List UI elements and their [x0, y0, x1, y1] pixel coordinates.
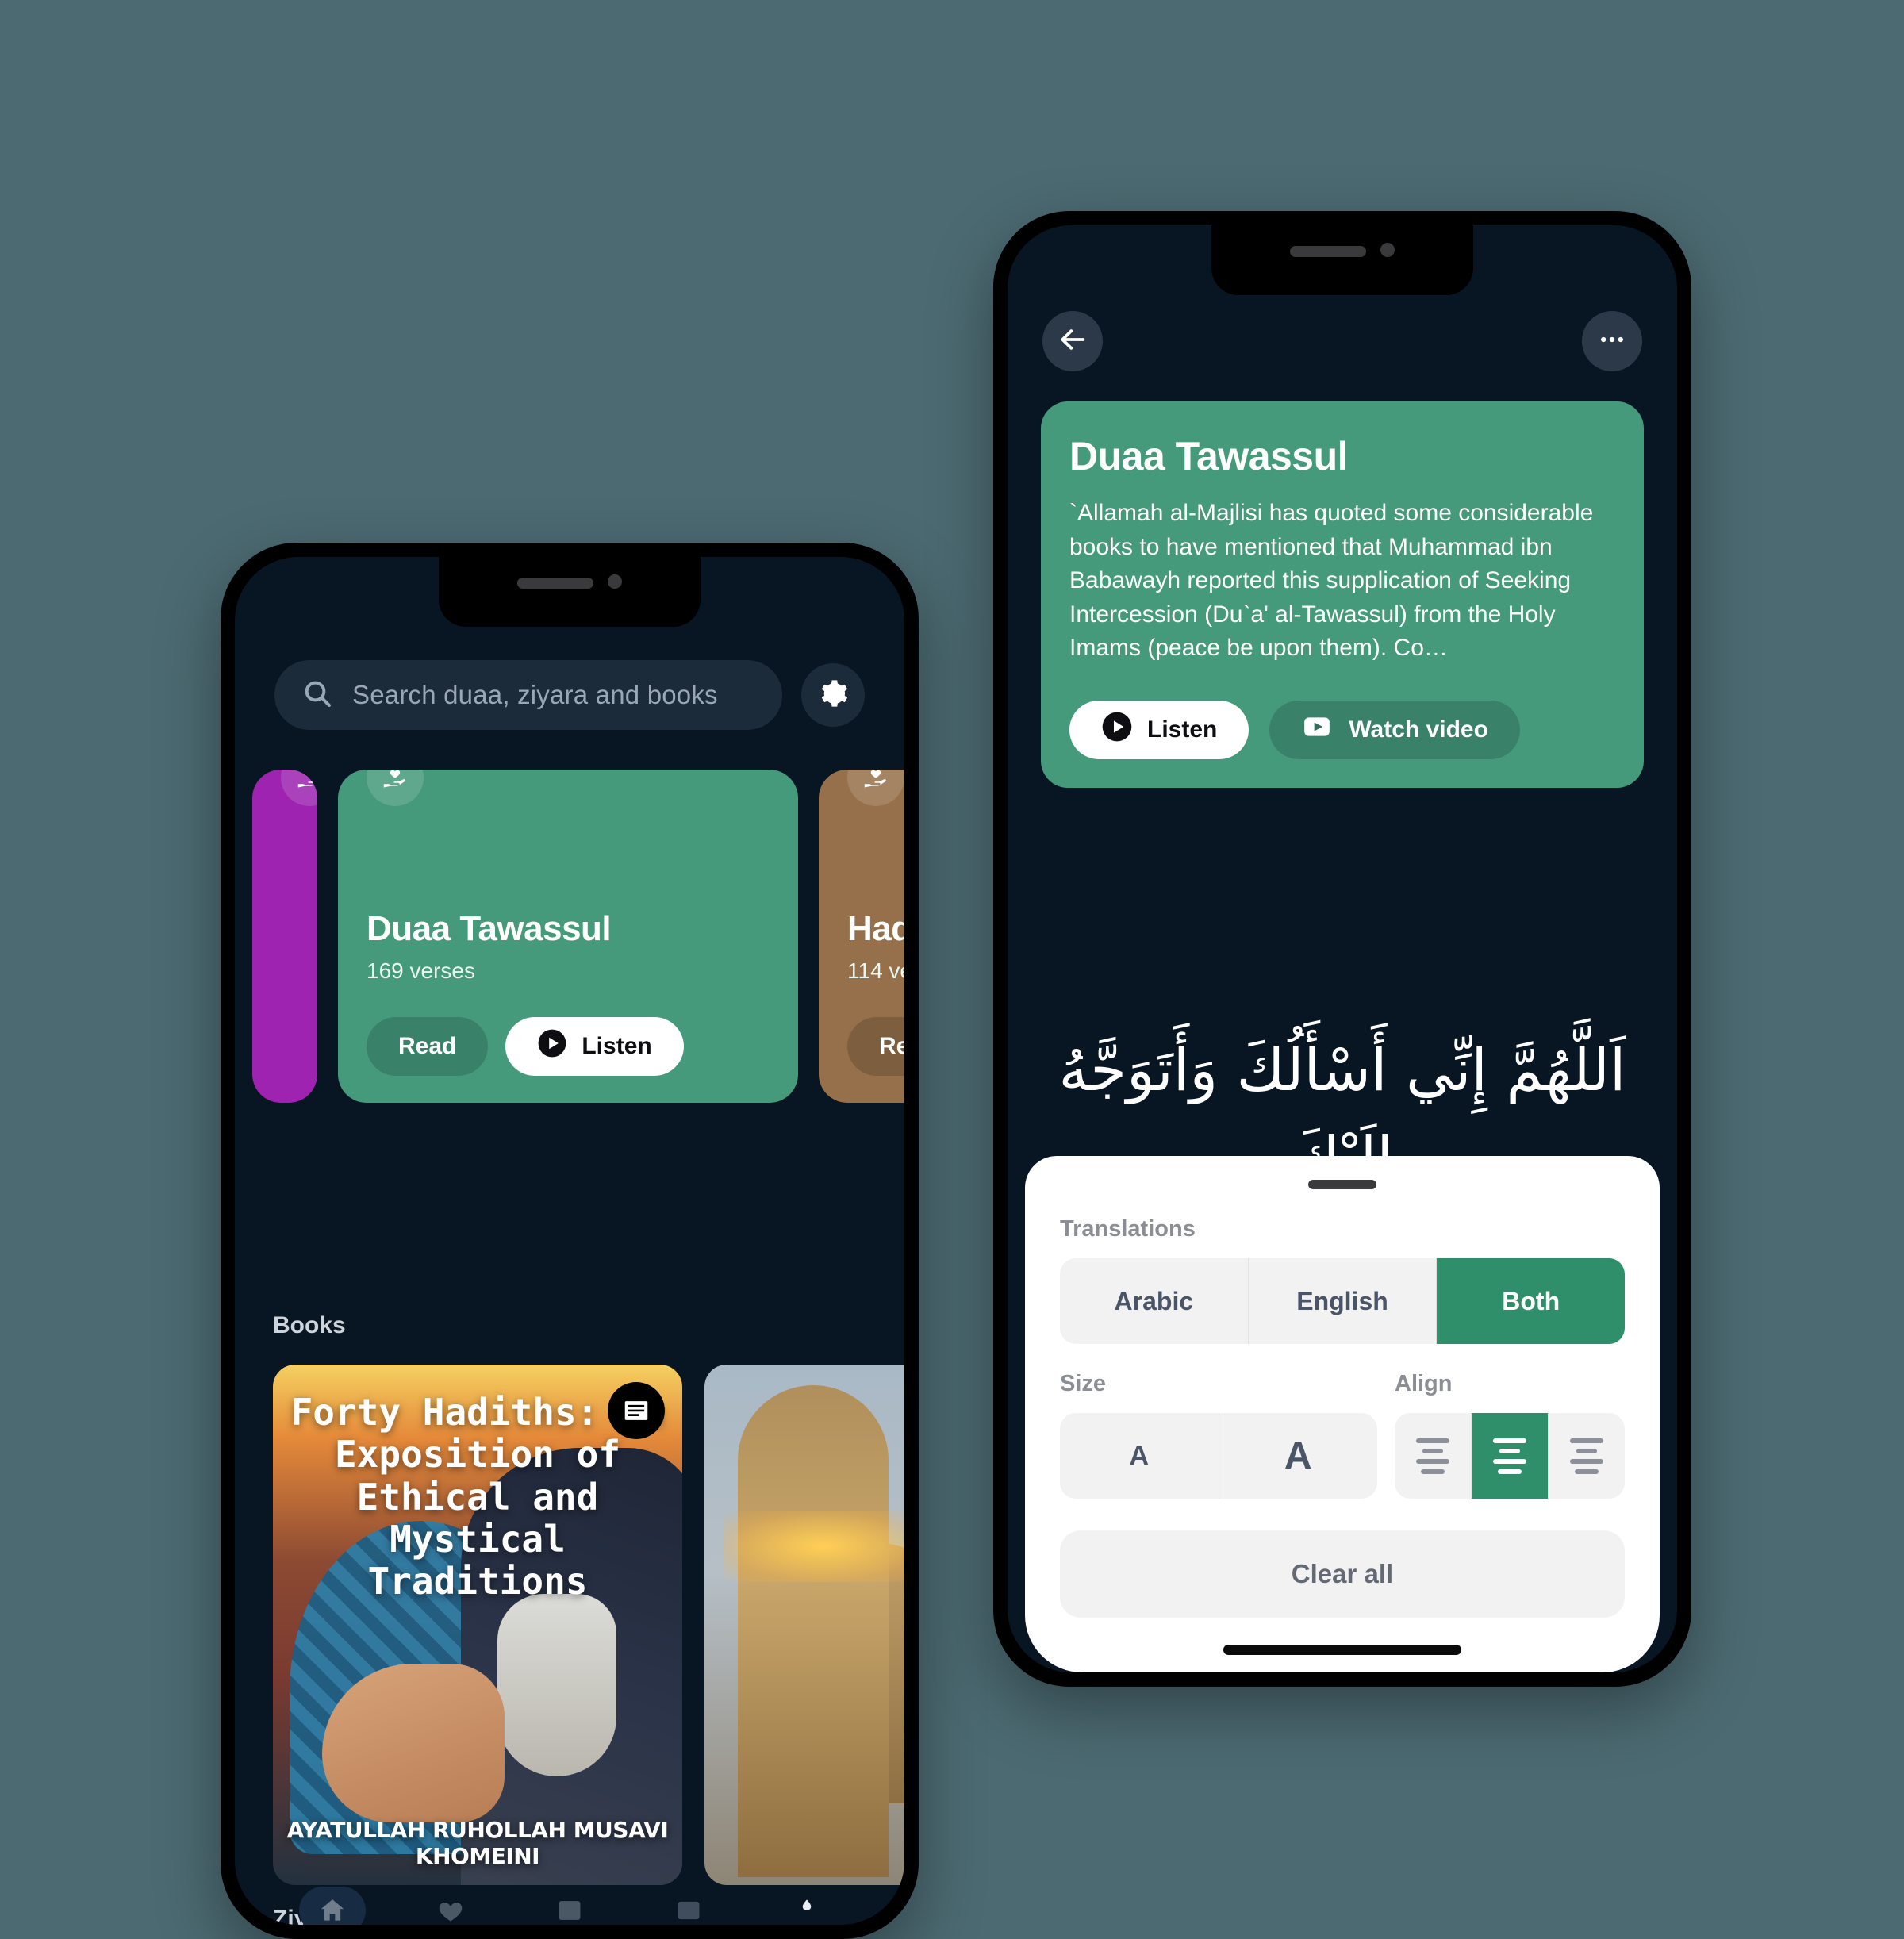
listen-label: Listen	[582, 1033, 652, 1059]
beard-decor	[497, 1593, 617, 1776]
align-label: Align	[1395, 1371, 1453, 1396]
hand-heart-icon	[367, 770, 424, 806]
gear-icon	[817, 678, 849, 713]
translation-option-both[interactable]: Both	[1437, 1258, 1625, 1344]
front-camera	[608, 574, 622, 589]
listen-label: Listen	[1147, 716, 1218, 743]
settings-bottom-sheet: Translations Arabic English Both Size A …	[1025, 1156, 1660, 1672]
sheet-grabber[interactable]	[1308, 1180, 1376, 1189]
play-circle-icon	[1101, 711, 1133, 749]
size-align-row: Size A A Align	[1060, 1371, 1625, 1499]
size-option-large[interactable]: A	[1219, 1413, 1378, 1499]
align-option-left[interactable]	[1395, 1413, 1472, 1499]
more-options-button[interactable]	[1582, 311, 1642, 371]
card-title: Hadith	[847, 909, 904, 948]
hand-heart-icon	[281, 770, 317, 806]
align-option-center[interactable]	[1472, 1413, 1549, 1499]
calendar-icon	[655, 1887, 722, 1925]
hand-heart-icon	[847, 770, 904, 806]
book-cover-image: Forty Hadiths: An Exposition of Ethical …	[273, 1365, 682, 1885]
featured-card-peek-left[interactable]	[252, 770, 317, 1103]
duaa-header-card: Duaa Tawassul `Allamah al-Majlisi has qu…	[1041, 401, 1644, 788]
card-actions: Read Listen	[367, 1017, 770, 1076]
detail-screen-viewport: Duaa Tawassul `Allamah al-Majlisi has qu…	[1008, 225, 1677, 1672]
speaker-grille	[1290, 246, 1366, 257]
search-placeholder: Search duaa, ziyara and books	[352, 680, 718, 709]
card-subtitle: 114 verses	[847, 958, 904, 983]
bottom-tab-bar[interactable]	[235, 1882, 904, 1925]
book-icon	[608, 1382, 665, 1439]
search-icon	[301, 678, 333, 713]
home-icon	[298, 1887, 366, 1925]
back-button[interactable]	[1042, 311, 1103, 371]
align-option-right[interactable]	[1549, 1413, 1625, 1499]
books-carousel[interactable]: Forty Hadiths: An Exposition of Ethical …	[273, 1365, 904, 1885]
card-actions: Read	[847, 1017, 904, 1076]
clear-all-button[interactable]: Clear all	[1060, 1530, 1625, 1618]
duaa-actions: Listen Watch video	[1069, 700, 1615, 759]
translations-label: Translations	[1060, 1216, 1196, 1242]
featured-cards-carousel[interactable]: Duaa Tawassul 169 verses Read Listen Had…	[235, 770, 904, 1103]
minaret-decor	[738, 1385, 889, 1878]
card-title: Duaa Tawassul	[367, 909, 612, 948]
tab-home[interactable]	[298, 1887, 366, 1925]
video-play-icon	[1301, 711, 1333, 749]
duaa-description: `Allamah al-Majlisi has quoted some cons…	[1069, 500, 1594, 662]
speaker-grille	[517, 578, 593, 589]
tab-calendar[interactable]	[655, 1887, 722, 1925]
home-indicator	[1223, 1645, 1461, 1655]
glow-decor	[724, 1510, 904, 1582]
size-segmented-control[interactable]: A A	[1060, 1413, 1377, 1499]
translation-option-english[interactable]: English	[1249, 1258, 1438, 1344]
phone-home-screen: Search duaa, ziyara and books Duaa Tawas…	[221, 543, 919, 1939]
featured-card-duaa-tawassul[interactable]: Duaa Tawassul 169 verses Read Listen	[338, 770, 798, 1103]
book-card-forty-hadiths[interactable]: Forty Hadiths: An Exposition of Ethical …	[273, 1365, 682, 1885]
notch	[439, 557, 701, 627]
phone-detail-screen: Duaa Tawassul `Allamah al-Majlisi has qu…	[993, 211, 1691, 1687]
watch-video-button[interactable]: Watch video	[1269, 700, 1520, 759]
home-screen-viewport: Search duaa, ziyara and books Duaa Tawas…	[235, 557, 904, 1925]
arrow-left-icon	[1057, 324, 1088, 359]
tab-favorites[interactable]	[417, 1887, 484, 1925]
listen-button[interactable]: Listen	[1069, 700, 1250, 759]
tab-mosque[interactable]	[774, 1887, 840, 1925]
notch	[1211, 225, 1473, 295]
books-section-title: Books	[273, 1312, 346, 1338]
heart-icon	[417, 1887, 484, 1925]
mosque-icon	[774, 1887, 840, 1925]
more-horizontal-icon	[1596, 324, 1628, 359]
align-right-icon	[1570, 1438, 1603, 1474]
size-label: Size	[1060, 1371, 1107, 1396]
align-segmented-control[interactable]	[1395, 1413, 1625, 1499]
align-group: Align	[1395, 1371, 1625, 1499]
duaa-title: Duaa Tawassul	[1069, 434, 1349, 478]
play-circle-icon	[537, 1028, 567, 1065]
size-group: Size A A	[1060, 1371, 1377, 1499]
front-camera	[1380, 243, 1395, 257]
featured-card-hadith[interactable]: Hadith 114 verses Read	[819, 770, 904, 1103]
translation-option-arabic[interactable]: Arabic	[1060, 1258, 1249, 1344]
watch-video-label: Watch video	[1349, 716, 1488, 743]
read-button[interactable]: Read	[847, 1017, 904, 1076]
book-author: AYATULLAH RUHOLLAH MUSAVI KHOMEINI	[286, 1817, 669, 1869]
listen-button[interactable]: Listen	[505, 1017, 684, 1076]
size-option-small[interactable]: A	[1060, 1413, 1219, 1499]
read-button[interactable]: Read	[367, 1017, 489, 1076]
book-card-second[interactable]: N	[704, 1365, 904, 1885]
translations-segmented-control[interactable]: Arabic English Both	[1060, 1258, 1625, 1344]
search-input[interactable]: Search duaa, ziyara and books	[274, 660, 782, 730]
align-left-icon	[1416, 1438, 1449, 1474]
book-cover-image: N	[704, 1365, 904, 1885]
tab-books[interactable]	[536, 1887, 603, 1925]
search-row: Search duaa, ziyara and books	[274, 660, 865, 730]
book-icon	[536, 1887, 603, 1925]
card-subtitle: 169 verses	[367, 958, 475, 983]
align-center-icon	[1493, 1438, 1526, 1474]
detail-top-bar	[1042, 311, 1642, 371]
settings-button[interactable]	[801, 663, 865, 727]
